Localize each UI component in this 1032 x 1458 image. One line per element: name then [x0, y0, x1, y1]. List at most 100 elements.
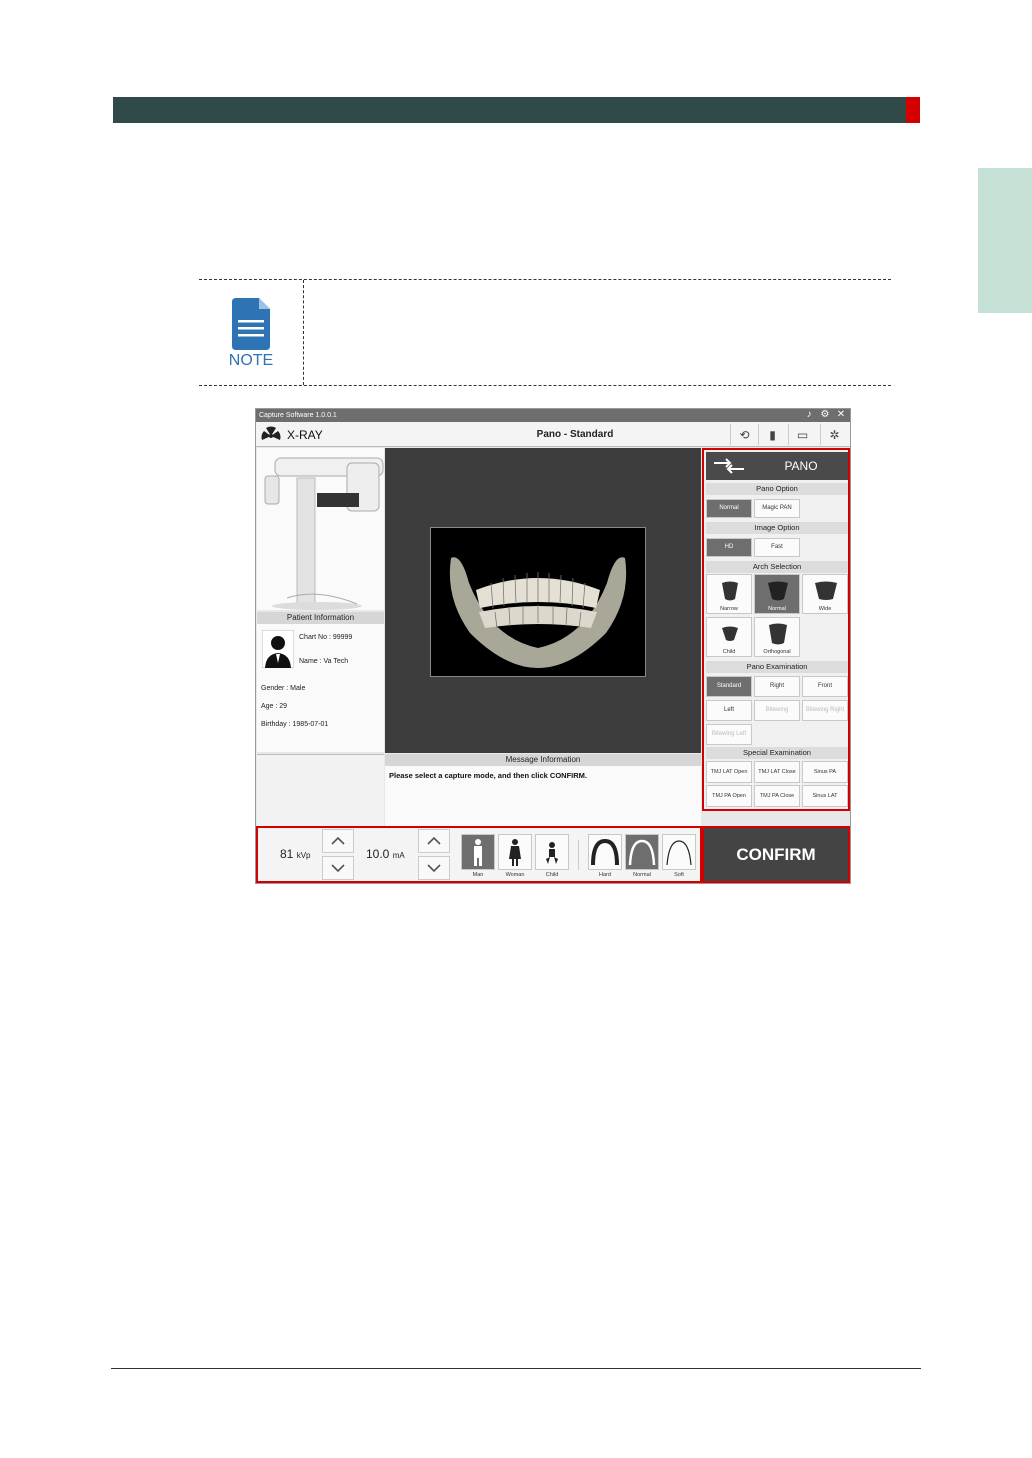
mode-title: Pano - Standard: [536, 429, 614, 440]
confirm-button[interactable]: CONFIRM: [702, 826, 850, 883]
mode-switch-icon[interactable]: [710, 456, 748, 476]
radiation-icon: [261, 426, 281, 440]
arch-narrow-button[interactable]: Narrow: [706, 574, 752, 614]
kvp-readout: 81 kVp: [280, 847, 311, 861]
ma-down-button[interactable]: [418, 856, 450, 880]
arch-child-button[interactable]: Child: [706, 617, 752, 657]
left-empty-panel: [257, 754, 384, 826]
arch-wide-button[interactable]: Wide: [802, 574, 848, 614]
footer-rule: [111, 1368, 921, 1369]
pano-mode-label: PANO: [784, 459, 818, 473]
ma-unit: mA: [392, 851, 405, 860]
patient-info-panel: Chart No : 99999 Name : Va Tech Gender :…: [257, 624, 384, 752]
off-rotate-icon: ⟲: [739, 427, 750, 442]
woman-icon: [509, 839, 521, 866]
arch-narrow-label: Narrow: [720, 606, 738, 612]
image-viewer: [385, 448, 701, 753]
close-icon[interactable]: ✕: [836, 410, 846, 420]
arch-child-label: Child: [722, 649, 736, 655]
note-document-icon: [232, 298, 270, 350]
pano-option-magic-pan[interactable]: Magic PAN: [754, 499, 800, 518]
sensor-button[interactable]: ▮: [758, 424, 786, 445]
exam-left[interactable]: Left: [706, 700, 752, 721]
patient-woman-label: Woman: [505, 872, 525, 878]
exam-front[interactable]: Front: [802, 676, 848, 697]
layers-icon: ▭: [796, 427, 809, 442]
exposure-settings-bar: 81 kVp 10.0 mA Man Woman Child Hard Norm…: [256, 826, 702, 883]
arch-hard-icon: [591, 838, 619, 866]
special-sinus-lat[interactable]: Sinus LAT: [802, 785, 848, 807]
kvp-up-button[interactable]: [322, 829, 354, 853]
exam-bitewing-left[interactable]: Bitewing Left: [706, 724, 752, 745]
arch-normal-label: Normal: [768, 606, 786, 612]
arch-soft-icon: [666, 840, 692, 866]
exam-bitewing-right[interactable]: Bitewing Right: [802, 700, 848, 721]
ma-value: 10.0: [366, 847, 390, 861]
layers-button[interactable]: ▭: [788, 424, 816, 445]
laser-icon: ✲: [829, 427, 840, 442]
header-accent: [906, 97, 920, 123]
note-divider: [303, 280, 304, 385]
patient-man-label: Man: [472, 872, 484, 878]
patient-info-header: Patient Information: [257, 612, 384, 624]
special-tmj-lat-open[interactable]: TMJ LAT Open: [706, 761, 752, 783]
special-examination-header: Special Examination: [706, 747, 848, 759]
arch-child-icon: [722, 626, 738, 641]
image-option-header: Image Option: [706, 522, 848, 534]
patient-avatar-icon: [262, 630, 294, 668]
pano-option-header: Pano Option: [706, 483, 848, 495]
image-option-fast[interactable]: Fast: [754, 538, 800, 557]
exam-right[interactable]: Right: [754, 676, 800, 697]
arch-orthogonal-button[interactable]: Orthogonal: [754, 617, 800, 657]
chevron-up-icon: [331, 837, 345, 845]
arch-normal-button[interactable]: Normal: [754, 574, 800, 614]
kvp-value: 81: [280, 847, 294, 861]
patient-woman-button[interactable]: [498, 834, 532, 870]
sound-icon[interactable]: ♪: [804, 410, 814, 420]
chapter-tab: [978, 168, 1032, 313]
ma-readout: 10.0 mA: [366, 847, 405, 861]
arch-selection-header: Arch Selection: [706, 561, 848, 573]
arch-soft-button[interactable]: [662, 834, 696, 870]
patient-name: Name : Va Tech: [299, 658, 349, 665]
window-titlebar: Capture Software 1.0.0.1 ♪ ⚙ ✕: [256, 409, 850, 422]
special-tmj-lat-close[interactable]: TMJ LAT Close: [754, 761, 800, 783]
arch-hard-label: Hard: [599, 872, 611, 878]
arch-normal-type-button[interactable]: [625, 834, 659, 870]
image-option-hd[interactable]: HD: [706, 538, 752, 557]
arch-normal-type-label: Normal: [633, 872, 651, 878]
device-image: [257, 448, 384, 610]
chevron-down-icon: [427, 864, 441, 872]
bottom-divider: [578, 840, 579, 870]
message-info-header: Message Information: [385, 754, 701, 766]
ma-up-button[interactable]: [418, 829, 450, 853]
pano-option-normal[interactable]: Normal: [706, 499, 752, 518]
off-rotate-button[interactable]: ⟲: [730, 424, 758, 445]
toolbar: X-RAY Pano - Standard ⟲ ▮ ▭ ✲: [256, 422, 850, 447]
patient-age: Age : 29: [261, 703, 288, 710]
capture-software-window: Capture Software 1.0.0.1 ♪ ⚙ ✕ X-RAY Pan…: [255, 408, 851, 884]
arch-hard-button[interactable]: [588, 834, 622, 870]
special-sinus-pa[interactable]: Sinus PA: [802, 761, 848, 783]
laser-button[interactable]: ✲: [820, 424, 848, 445]
patient-child-button[interactable]: [535, 834, 569, 870]
kvp-down-button[interactable]: [322, 856, 354, 880]
special-tmj-pa-open[interactable]: TMJ PA Open: [706, 785, 752, 807]
arch-normal-type-icon: [628, 839, 656, 866]
patient-man-button[interactable]: [461, 834, 495, 870]
app-label: X-RAY: [287, 428, 323, 442]
message-text: Please select a capture mode, and then c…: [385, 766, 701, 826]
patient-gender: Gender : Male: [261, 685, 306, 692]
arch-normal-icon: [768, 581, 788, 601]
settings-icon[interactable]: ⚙: [820, 410, 830, 420]
xray-preview: [430, 527, 646, 677]
exam-bitewing[interactable]: Bitewing: [754, 700, 800, 721]
exam-standard[interactable]: Standard: [706, 676, 752, 697]
note-border-bottom: [199, 385, 891, 386]
arch-orthogonal-label: Orthogonal: [763, 649, 791, 655]
special-tmj-pa-close[interactable]: TMJ PA Close: [754, 785, 800, 807]
chevron-up-icon: [427, 837, 441, 845]
patient-chart-no: Chart No : 99999: [299, 634, 353, 641]
arch-orthogonal-icon: [769, 623, 787, 645]
header-bar: [113, 97, 920, 123]
